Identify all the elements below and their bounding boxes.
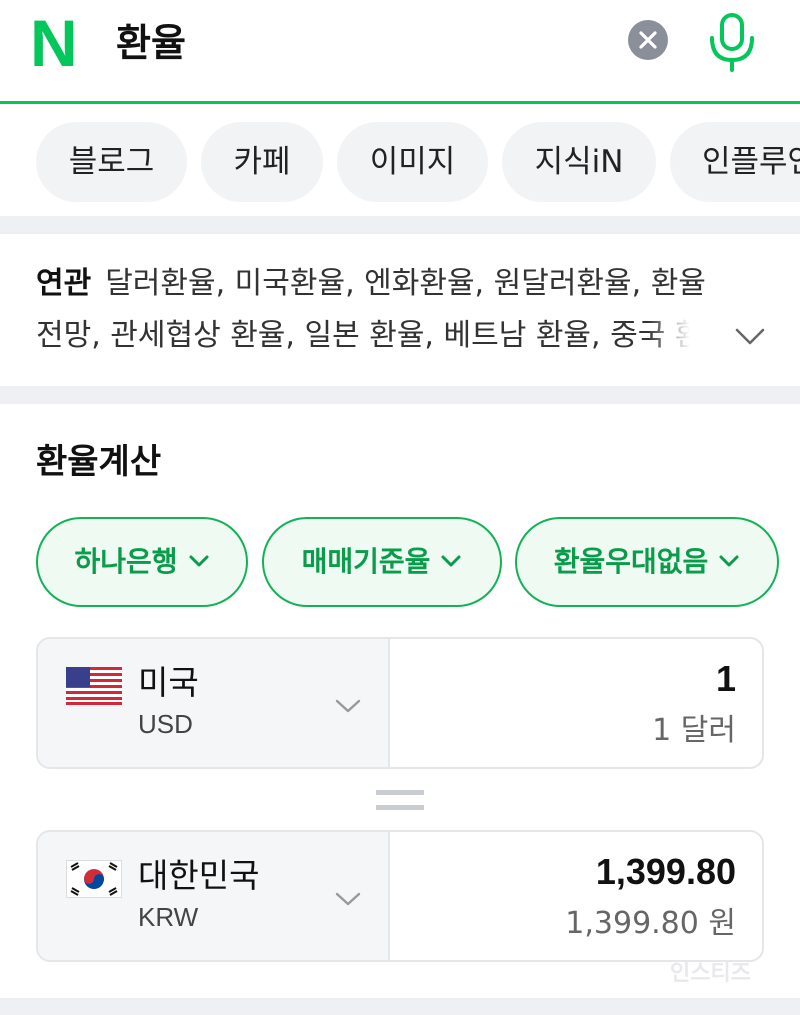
to-currency-code: KRW	[138, 902, 199, 932]
tab-influencer[interactable]: 인플루언	[670, 122, 800, 202]
preferential-rate-label: 환율우대없음	[553, 545, 709, 578]
voice-search-button[interactable]	[706, 12, 758, 72]
from-amount-text: 1 달러	[652, 713, 736, 748]
watermark: 인스티즈	[670, 961, 751, 986]
to-amount-input[interactable]: 1,399.80	[596, 850, 736, 894]
related-label: 연관	[36, 266, 92, 301]
naver-logo[interactable]: N	[30, 10, 94, 76]
close-icon	[639, 31, 657, 49]
preferential-rate-select-button[interactable]: 환율우대없음	[515, 517, 779, 607]
from-country-name: 미국	[138, 663, 199, 702]
search-category-tabs: 블로그 카페 이미지 지식iN 인플루언	[0, 106, 800, 216]
chevron-down-icon	[719, 555, 739, 567]
calculator-title: 환율계산	[36, 442, 162, 482]
tab-cafe[interactable]: 카페	[201, 122, 323, 202]
rate-type-select-button[interactable]: 매매기준율	[262, 517, 502, 607]
to-amount-text: 1,399.80 원	[565, 906, 736, 941]
to-country-name: 대한민국	[138, 856, 260, 895]
related-line-1: 연관 달러환율, 미국환율, 엔화환율, 원달러환율, 환율	[36, 264, 706, 304]
search-bar: N 환율	[0, 0, 800, 104]
related-keywords-1[interactable]: 달러환율, 미국환율, 엔화환율, 원달러환율, 환율	[105, 266, 706, 301]
us-flag-icon	[66, 667, 122, 705]
to-currency-select[interactable]: 대한민국 KRW	[38, 832, 390, 960]
chevron-down-icon	[189, 555, 209, 567]
text-fade-overlay	[648, 316, 708, 360]
chevron-down-icon	[335, 892, 361, 906]
microphone-icon	[710, 13, 754, 72]
bank-select-label: 하나은행	[74, 545, 178, 578]
tab-image[interactable]: 이미지	[337, 122, 488, 202]
from-amount-input[interactable]: 1	[716, 657, 736, 701]
exchange-rate-search-page: N 환율 블로그 카페 이미지 지식iN 인플루언 연관 달러환율, 미국환율, …	[0, 0, 800, 1015]
chevron-down-icon	[335, 699, 361, 713]
clear-search-button[interactable]	[628, 20, 668, 60]
to-currency-box: 대한민국 KRW 1,399.80 1,399.80 원	[36, 830, 764, 962]
tab-kin[interactable]: 지식iN	[502, 122, 656, 202]
related-keywords-2[interactable]: 전망, 관세협상 환율, 일본 환율, 베트남 환율, 중국 환	[36, 318, 702, 353]
section-divider	[0, 216, 800, 234]
related-line-2: 전망, 관세협상 환율, 일본 환율, 베트남 환율, 중국 환	[36, 316, 702, 356]
chevron-down-icon	[735, 328, 765, 345]
expand-related-button[interactable]	[732, 322, 768, 350]
search-input[interactable]: 환율	[116, 20, 186, 66]
chevron-down-icon	[441, 555, 461, 567]
rate-type-label: 매매기준율	[301, 545, 431, 578]
from-currency-box: 미국 USD 1 1 달러	[36, 637, 764, 769]
tab-blog[interactable]: 블로그	[36, 122, 187, 202]
bank-select-button[interactable]: 하나은행	[36, 517, 248, 607]
from-currency-select[interactable]: 미국 USD	[38, 639, 390, 767]
section-divider	[0, 998, 800, 1015]
kr-flag-icon	[66, 860, 122, 898]
section-divider	[0, 386, 800, 404]
from-currency-code: USD	[138, 709, 193, 739]
equals-icon	[376, 790, 424, 810]
